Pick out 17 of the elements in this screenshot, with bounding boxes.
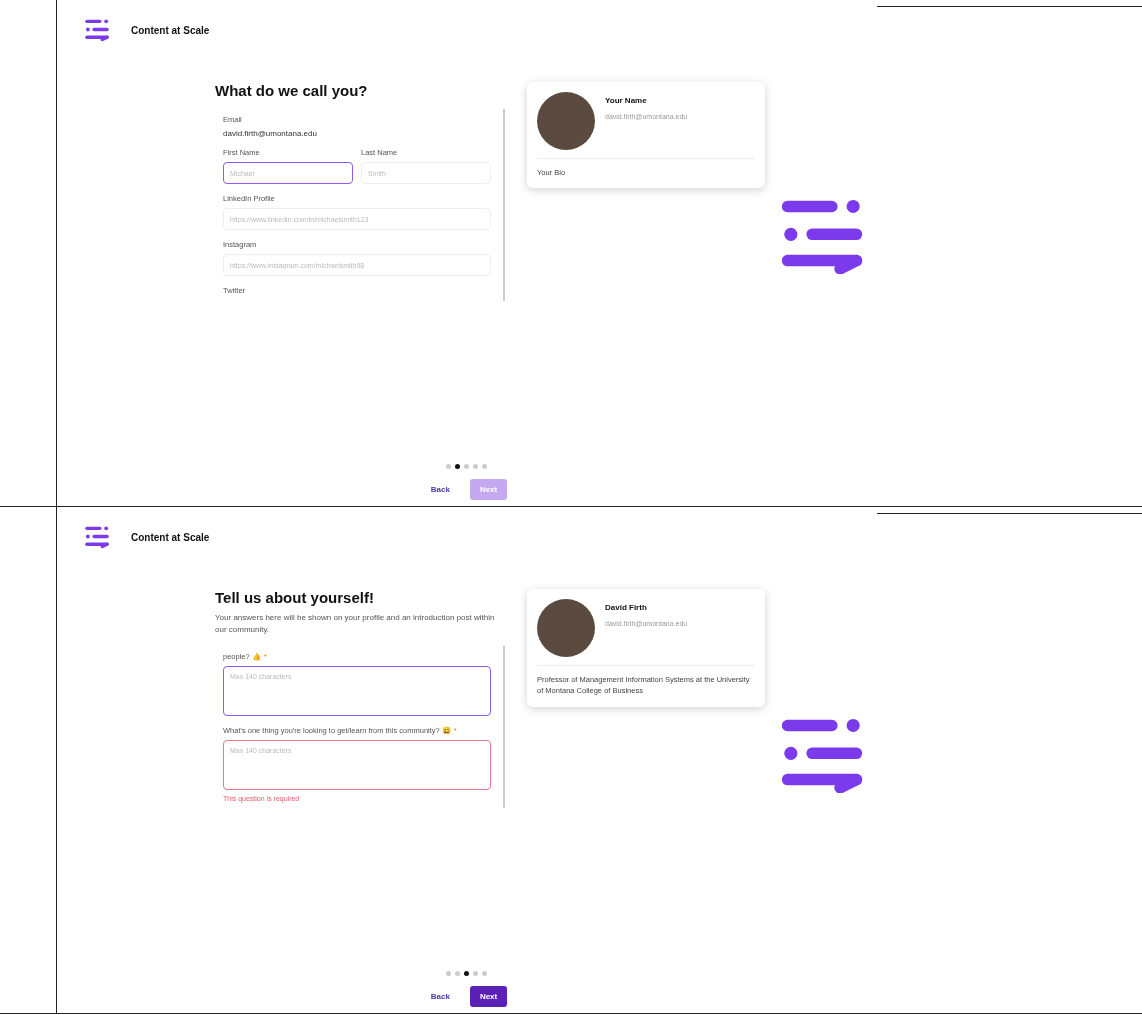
photo-placeholder <box>537 92 595 150</box>
email-value: david.firth@umontana.edu <box>223 129 318 138</box>
back-button[interactable]: Back <box>424 991 456 1002</box>
logo-icon <box>85 18 109 42</box>
scrollbar[interactable] <box>503 646 505 808</box>
page-title: What do we call you? <box>215 82 369 99</box>
logo-icon <box>85 525 109 549</box>
profile-name: David Firth <box>605 603 648 612</box>
next-button[interactable]: Next <box>469 986 508 1007</box>
photo-placeholder <box>537 599 595 657</box>
profile-name: Your Name <box>605 96 648 105</box>
scrollbar[interactable] <box>503 109 505 301</box>
brand-name: Content at Scale <box>131 24 210 36</box>
back-button[interactable]: Back <box>424 484 456 495</box>
page-title: Tell us about yourself! <box>215 589 375 606</box>
brand-name: Content at Scale <box>131 531 210 543</box>
page-subtitle: Your answers here will be shown on your profile and an introduction post within our community. <box>215 612 496 636</box>
